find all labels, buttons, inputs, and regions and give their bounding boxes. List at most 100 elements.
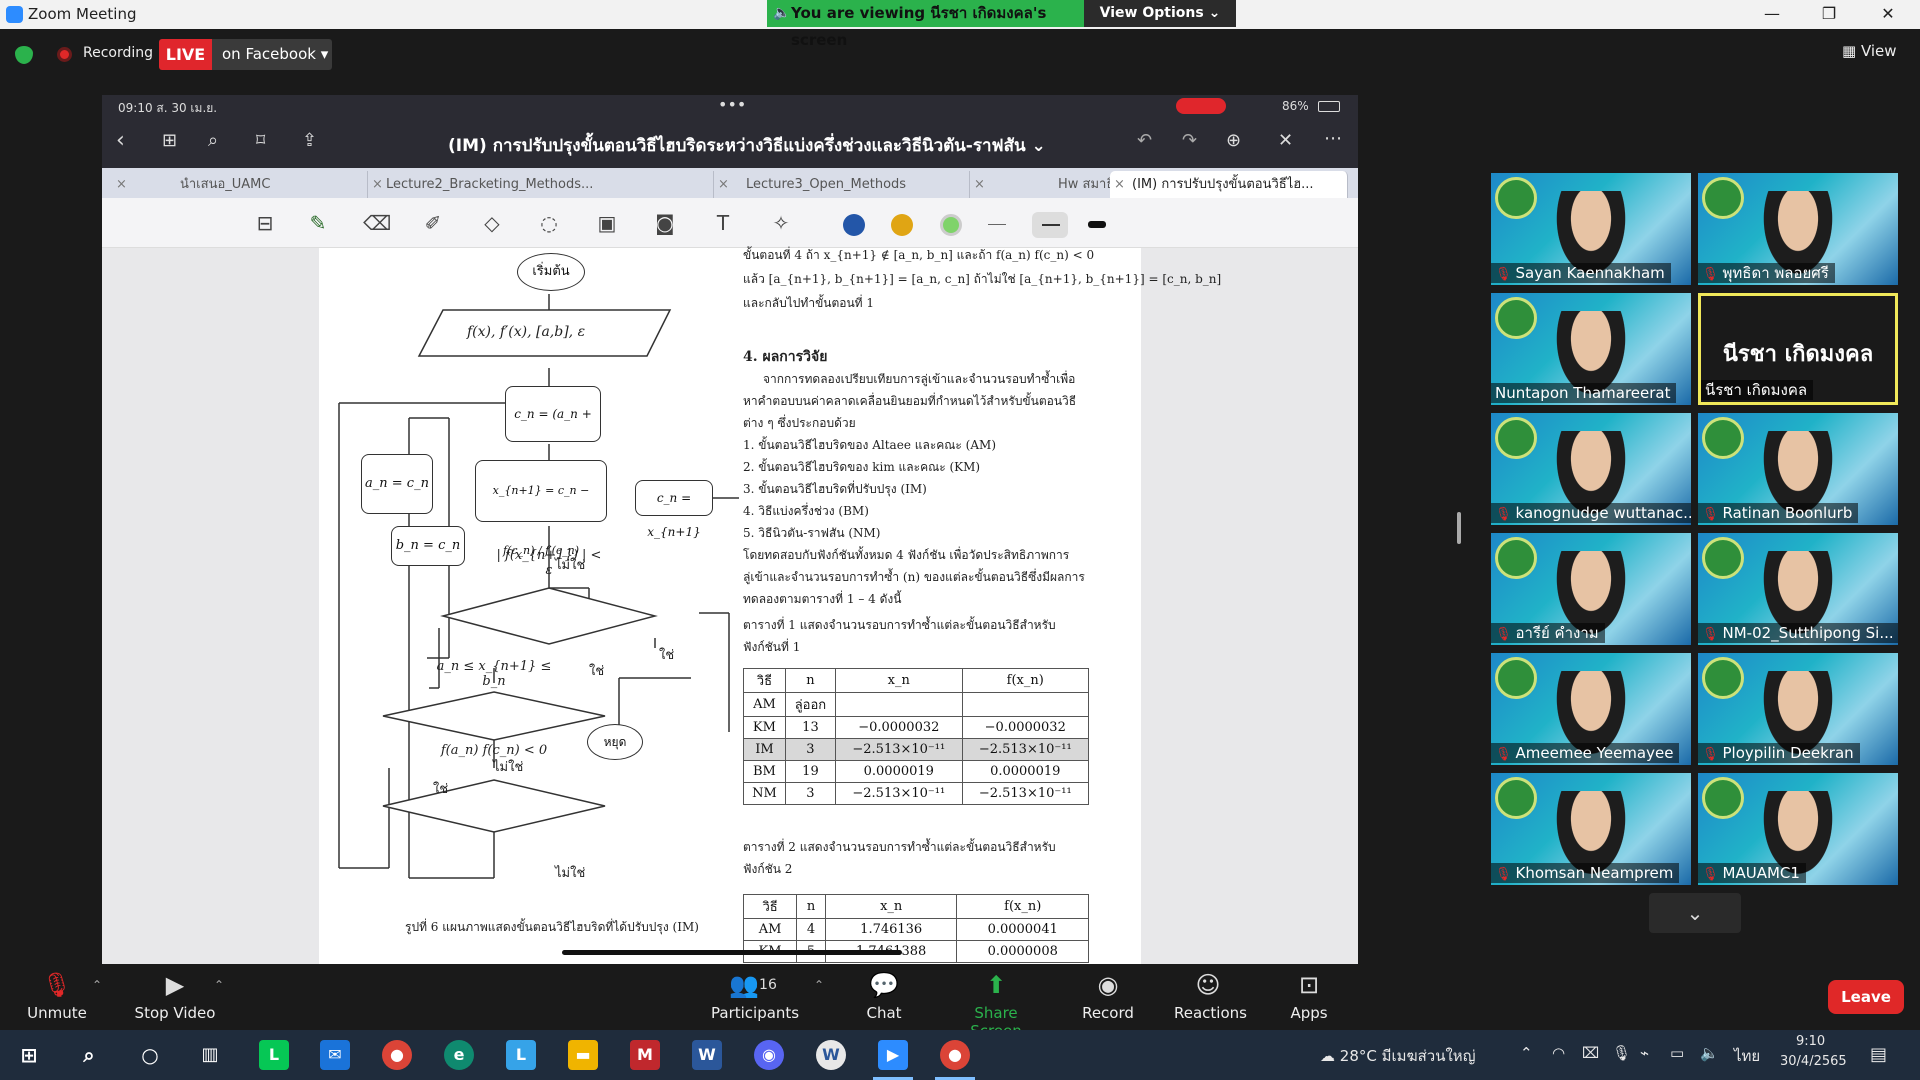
search-taskbar-icon[interactable]: ⌕ [74,1040,104,1070]
participant-tile[interactable]: 🎙 kanognudge wuttanac... [1491,413,1691,525]
usb-icon[interactable]: ⌧ [1582,1044,1599,1062]
document-title[interactable]: (IM) การปรับปรุงขั้นตอนวิธีไฮบริดระหว่าง… [448,132,1046,159]
edge-app-icon[interactable]: e [444,1040,474,1070]
network-icon[interactable]: ◠ [1552,1044,1565,1062]
line-app-icon[interactable]: L [259,1040,289,1070]
participant-tile[interactable]: 🎙 Ameemee Yeemayee [1491,653,1691,765]
pen-icon[interactable]: ✎ [305,211,331,235]
grid-view-icon[interactable]: ⊞ [162,130,177,151]
ipad-time: 09:10 ส. 30 เม.ย. [118,101,218,115]
participant-tile[interactable]: นีรชา เกิดมงคล นีรชา เกิดมงคล [1698,293,1898,405]
unmute-button[interactable]: 🎙 Unmute [26,966,88,1022]
chrome-profile-icon[interactable]: ● [940,1040,970,1070]
highlighter-icon[interactable]: ✐ [420,211,446,235]
tab-lecture2[interactable]: × Lecture2_Bracketing_Methods... [368,171,714,198]
eraser-icon[interactable]: ⌫ [363,211,391,235]
word-app-icon[interactable]: W [692,1040,722,1070]
restore-button[interactable]: ❐ [1809,2,1849,26]
mail-app-icon[interactable]: ✉ [320,1040,350,1070]
stop-video-button[interactable]: ▶ Stop Video [134,966,216,1022]
color-blue[interactable] [843,214,865,236]
tab-close-icon[interactable]: × [372,171,383,198]
color-yellow[interactable] [891,214,913,236]
read-mode-icon[interactable]: ⊟ [252,211,278,235]
camera-icon[interactable]: ◙ [652,211,678,235]
search-icon[interactable]: ⌕ [208,130,218,151]
live-destination-dropdown[interactable]: on Facebook ▾ [212,39,332,70]
tab-close-icon[interactable]: × [116,171,127,198]
leave-button[interactable]: Leave [1828,980,1904,1014]
input-language[interactable]: ไทย [1734,1044,1760,1068]
bluetooth-icon[interactable]: ⌁ [1640,1044,1649,1062]
tab-close-icon[interactable]: × [974,171,985,198]
reactions-button[interactable]: ☺ Reactions [1174,966,1247,1022]
battery-icon [1318,101,1340,112]
discord-app-icon[interactable]: ◉ [754,1040,784,1070]
participant-tile[interactable]: 🎙 อารีย์ คำงาม [1491,533,1691,645]
record-button[interactable]: ◉ Record [1082,966,1134,1022]
undo-icon[interactable]: ↶ [1137,130,1152,151]
show-hidden-icons[interactable]: ⌃ [1520,1044,1533,1062]
share-screen-button[interactable]: ⬆Share Screen [950,966,1042,1040]
clock-time[interactable]: 9:10 [1796,1034,1825,1049]
file-explorer-icon[interactable]: ▬ [568,1040,598,1070]
audio-options-caret[interactable]: ⌃ [92,978,102,992]
image-icon[interactable]: ▣ [594,211,620,235]
battery-tray-icon[interactable]: ▭ [1670,1044,1684,1062]
page-scroll-indicator[interactable] [562,950,902,955]
shapes-icon[interactable]: ◇ [479,211,505,235]
weather-widget[interactable]: ☁ 28°C มีเมฆส่วนใหญ่ [1320,1044,1475,1068]
microphone-tray-icon[interactable]: 🎙 [1612,1044,1631,1062]
chat-button[interactable]: 💬 Chat [866,966,902,1022]
view-options-button[interactable]: View Options ⌄ [1084,0,1236,27]
participant-tile[interactable]: 🎙 พุทธิดา พลอยศรี [1698,173,1898,285]
tab-close-icon[interactable]: × [1114,171,1125,198]
participant-tile[interactable]: 🎙 MAUAMC1 [1698,773,1898,885]
cortana-icon[interactable]: ○ [135,1040,165,1070]
close-doc-icon[interactable]: ✕ [1278,130,1293,151]
redo-icon[interactable]: ↷ [1182,130,1197,151]
participant-tile[interactable]: 🎙 NM-02_Sutthipong Si... [1698,533,1898,645]
participant-tile[interactable]: 🎙 Ratinan Boonlurb [1698,413,1898,525]
text-icon[interactable]: T [710,211,736,235]
participant-tile[interactable]: 🎙 Ploypilin Deekran [1698,653,1898,765]
laser-pointer-icon[interactable]: ✧ [768,211,794,235]
minimize-button[interactable]: — [1752,2,1792,26]
more-icon[interactable]: ⋯ [1324,128,1342,149]
add-page-icon[interactable]: ⊕ [1226,130,1241,151]
stroke-thin[interactable] [988,224,1006,225]
clock-date[interactable]: 30/4/2565 [1780,1054,1847,1069]
bookmark-icon[interactable]: ⌑ [256,130,265,151]
chrome-app-icon[interactable]: ● [382,1040,412,1070]
color-green-selected[interactable] [940,214,962,236]
windows-start-icon[interactable]: ⊞ [14,1040,44,1070]
tab-uamc[interactable]: × นำเสนอ_UAMC [112,171,368,198]
notification-center-icon[interactable]: ▤ [1870,1044,1887,1065]
tab-close-icon[interactable]: × [718,171,729,198]
l-app-icon[interactable]: L [506,1040,536,1070]
zoom-taskbar-icon[interactable]: ▶ [878,1040,908,1070]
participant-tile[interactable]: 🎙 Sayan Kaennakham [1491,173,1691,285]
view-button[interactable]: ▦ View [1842,42,1897,60]
participants-button[interactable]: 👥16 Participants [711,966,799,1022]
close-button[interactable]: ✕ [1868,2,1908,26]
security-shield-icon[interactable] [15,46,33,64]
participant-tile[interactable]: 🎙 Khomsan Neamprem [1491,773,1691,885]
back-icon[interactable]: ‹ [116,128,125,153]
share-icon[interactable]: ⇪ [302,130,317,151]
volume-icon[interactable]: 🔈 [1700,1044,1719,1062]
task-view-icon[interactable]: ▥ [195,1040,225,1070]
apps-icon: ⊡ [1298,971,1320,999]
stroke-thick[interactable] [1088,221,1106,228]
panel-resize-handle[interactable] [1457,512,1461,544]
tab-lecture3[interactable]: × Lecture3_Open_Methods [714,171,970,198]
participants-options-caret[interactable]: ⌃ [814,978,824,992]
tab-im-active[interactable]: × (IM) การปรับปรุงขั้นตอนวิธีไฮ... [1110,171,1348,198]
participant-tile[interactable]: Nuntapon Thamareerat [1491,293,1691,405]
video-options-caret[interactable]: ⌃ [214,978,224,992]
apps-button[interactable]: ⊡ Apps [1290,966,1328,1022]
word-online-icon[interactable]: W [816,1040,846,1070]
mcafee-icon[interactable]: M [630,1040,660,1070]
lasso-icon[interactable]: ◌ [536,211,562,235]
gallery-next-page-button[interactable]: ⌄ [1649,893,1741,933]
